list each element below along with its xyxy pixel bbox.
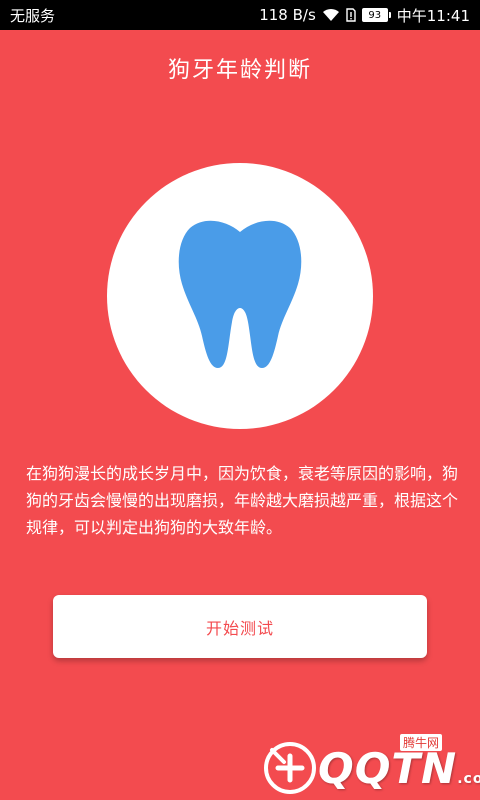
net-speed-label: 118 B/s: [259, 6, 316, 24]
carrier-label: 无服务: [10, 6, 56, 25]
battery-icon: 93: [361, 8, 391, 22]
watermark-sub: 腾牛网: [400, 734, 443, 751]
start-test-button[interactable]: 开始测试: [53, 595, 427, 658]
watermark-brand: QQTN.com: [318, 744, 480, 793]
tooth-icon: [176, 218, 304, 374]
description-text: 在狗狗漫长的成长岁月中，因为饮食，衰老等原因的影响，狗狗的牙齿会慢慢的出现磨损，…: [26, 464, 459, 537]
wifi-icon: [322, 8, 340, 22]
clock-label: 中午11:41: [396, 6, 470, 25]
qqtn-logo-icon: [264, 742, 316, 794]
sim-alert-icon: [346, 8, 356, 22]
tooth-illustration: [107, 163, 373, 429]
status-bar: 无服务 118 B/s 93 中午11:41: [0, 0, 480, 30]
page-title: 狗牙年龄判断: [167, 58, 312, 83]
watermark: QQTN.com 腾牛网: [264, 734, 480, 796]
